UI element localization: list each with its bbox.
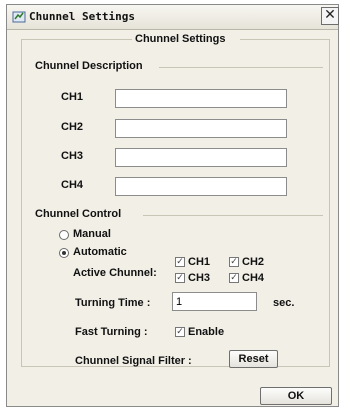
turning-time-unit: sec. — [273, 297, 295, 309]
check-icon: ✓ — [230, 273, 238, 283]
check-icon: ✓ — [176, 273, 184, 283]
enable-label[interactable]: Enable — [188, 326, 224, 338]
signal-filter-label: Chunnel Signal Filter : — [75, 355, 192, 367]
group-line-left — [21, 39, 132, 40]
description-divider — [159, 67, 323, 68]
check-icon: ✓ — [230, 257, 238, 267]
ch4-label: CH4 — [61, 179, 84, 191]
active-ch1-label[interactable]: CH1 — [188, 256, 210, 268]
reset-button[interactable]: Reset — [229, 350, 278, 368]
check-icon: ✓ — [176, 257, 184, 267]
title-bar[interactable]: Chunnel Settings ✕ — [7, 5, 339, 30]
turning-time-input[interactable] — [172, 292, 257, 311]
window-title: Chunnel Settings — [29, 10, 135, 23]
active-ch4-label[interactable]: CH4 — [242, 272, 264, 284]
active-ch4-checkbox[interactable]: ✓ — [229, 273, 239, 283]
active-ch3-checkbox[interactable]: ✓ — [175, 273, 185, 283]
turning-time-label: Turning Time : — [75, 297, 151, 309]
ch2-description-input[interactable] — [115, 119, 287, 138]
enable-checkbox[interactable]: ✓ — [175, 327, 185, 337]
automatic-radio[interactable] — [59, 248, 69, 258]
reset-button-label: Reset — [238, 353, 269, 365]
ch2-label: CH2 — [61, 121, 84, 133]
close-button[interactable]: ✕ — [321, 7, 339, 25]
ok-button-label: OK — [287, 390, 305, 402]
control-title: Chunnel Control — [35, 208, 128, 220]
manual-radio[interactable] — [59, 230, 69, 240]
active-ch2-checkbox[interactable]: ✓ — [229, 257, 239, 267]
active-ch2-label[interactable]: CH2 — [242, 256, 264, 268]
ch4-description-input[interactable] — [115, 177, 287, 196]
settings-window-icon — [12, 11, 26, 23]
description-title: Chunnel Description — [35, 60, 149, 72]
fast-turning-label: Fast Turning : — [75, 326, 148, 338]
check-icon: ✓ — [176, 327, 184, 337]
ok-button[interactable]: OK — [260, 387, 332, 405]
active-ch1-checkbox[interactable]: ✓ — [175, 257, 185, 267]
active-chunnel-label: Active Chunnel: — [73, 267, 157, 279]
automatic-label[interactable]: Automatic — [73, 246, 127, 258]
control-divider — [143, 215, 323, 216]
active-ch3-label[interactable]: CH3 — [188, 272, 210, 284]
radio-selected-dot — [62, 251, 66, 255]
manual-label[interactable]: Manual — [73, 228, 111, 240]
settings-dialog: Chunnel Settings ✕ Chunnel Settings Chun… — [6, 4, 339, 407]
ch1-label: CH1 — [61, 91, 84, 103]
ch3-label: CH3 — [61, 150, 84, 162]
group-title: Chunnel Settings — [135, 33, 226, 45]
group-line-right — [240, 39, 330, 40]
ch1-description-input[interactable] — [115, 89, 287, 108]
ch3-description-input[interactable] — [115, 148, 287, 167]
close-icon: ✕ — [324, 7, 336, 23]
